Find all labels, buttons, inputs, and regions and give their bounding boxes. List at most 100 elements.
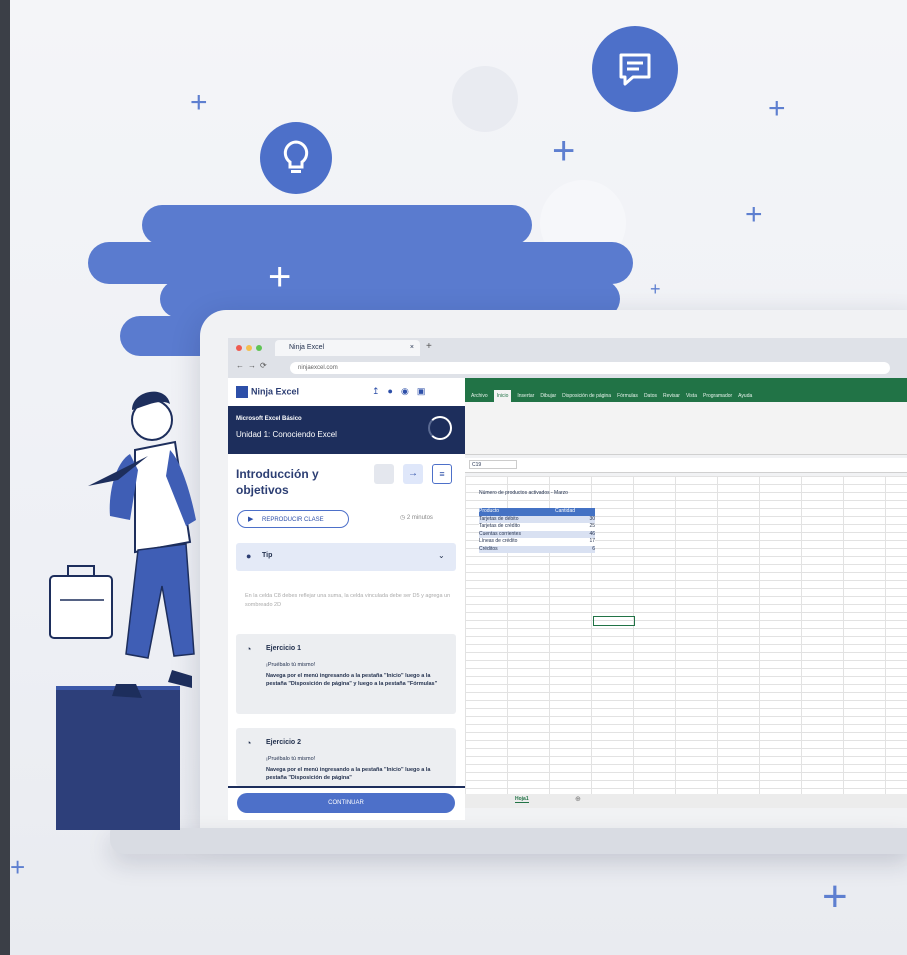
- name-box[interactable]: C19: [469, 460, 517, 469]
- exercise-text: Navega por el menú ingresando a la pesta…: [266, 767, 431, 781]
- tip-label: Tip: [262, 552, 273, 559]
- tab-close-icon[interactable]: ×: [410, 340, 420, 356]
- excel-ribbon[interactable]: [465, 402, 907, 455]
- table-cell[interactable]: 30: [555, 516, 595, 524]
- exercise-title: Ejercicio 1: [266, 645, 302, 652]
- table-cell[interactable]: Líneas de crédito: [479, 538, 555, 546]
- table-cell[interactable]: Créditos: [479, 546, 555, 554]
- tab-title: Ninja Excel: [289, 344, 325, 351]
- tip-accordion[interactable]: ● Tip ⌄: [236, 543, 456, 571]
- plus-decoration-icon: +: [268, 255, 292, 299]
- lesson-title: Introducción y objetivos: [236, 467, 319, 497]
- laptop-base: [110, 828, 907, 854]
- course-header: Microsoft Excel Básico Unidad 1: Conocie…: [228, 406, 465, 454]
- duration: ◷ 2 minutos: [400, 514, 433, 521]
- ribbon-tab[interactable]: Vista: [686, 390, 697, 402]
- table-cell[interactable]: Tarjetas de débito: [479, 516, 555, 524]
- ribbon-tab[interactable]: Archivo: [471, 390, 488, 402]
- table-row: Cuentas corrientes 46: [479, 530, 595, 539]
- divider: [228, 786, 465, 788]
- plus-decoration-icon: +: [822, 872, 848, 921]
- ribbon-tab[interactable]: Inicio: [493, 390, 512, 402]
- plus-decoration-icon: +: [552, 129, 576, 173]
- ninja-logo[interactable]: Ninja Excel: [236, 386, 299, 398]
- exercise-icon: ◔: [246, 644, 252, 654]
- plus-decoration-icon: +: [768, 92, 786, 125]
- excel-titlebar: [465, 378, 907, 390]
- header-cell[interactable]: Cantidad: [555, 508, 595, 516]
- pedestal: [56, 690, 180, 830]
- table-cell[interactable]: Cuentas corrientes: [479, 531, 555, 539]
- ribbon-tab[interactable]: Dibujar: [540, 390, 556, 402]
- exercise-card: ◔ Ejercicio 2 ¡Pruébalo tú mismo! Navega…: [236, 728, 456, 786]
- excel-ribbon-tabs: Archivo Inicio Insertar Dibujar Disposic…: [465, 390, 907, 402]
- table-cell[interactable]: 46: [555, 531, 595, 539]
- window-maximize-button[interactable]: [256, 345, 262, 351]
- continue-button[interactable]: CONTINUAR: [237, 793, 455, 813]
- left-edge: [0, 0, 10, 955]
- ribbon-tab[interactable]: Insertar: [517, 390, 534, 402]
- businessman-illustration: [49, 391, 196, 698]
- play-icon: ▶: [248, 516, 254, 523]
- table-cell[interactable]: 25: [555, 523, 595, 531]
- exercise-card: ◔ Ejercicio 1 ¡Pruébalo tú mismo! Navega…: [236, 634, 456, 714]
- exercise-text: Navega por el menú ingresando a la pesta…: [266, 673, 438, 687]
- ribbon-tab[interactable]: Programador: [703, 390, 732, 402]
- browser-tab[interactable]: Ninja Excel ×: [275, 340, 420, 356]
- nav-arrows-icon[interactable]: ←→⟳: [236, 361, 271, 370]
- logo-text: Ninja Excel: [251, 386, 300, 397]
- top-nav-icons[interactable]: ↥●◉▣: [372, 386, 433, 397]
- plus-decoration-icon: +: [650, 279, 661, 299]
- ribbon-tab[interactable]: Fórmulas: [617, 390, 638, 402]
- sheet-title-cell[interactable]: Número de productos activados - Marzo: [479, 490, 568, 498]
- window-minimize-button[interactable]: [246, 345, 252, 351]
- table-header-row: Producto Cantidad: [479, 508, 595, 516]
- play-label: REPRODUCIR CLASE: [262, 517, 324, 523]
- header-cell[interactable]: Producto: [479, 508, 555, 516]
- chat-message-icon: [592, 26, 678, 112]
- ribbon-tab[interactable]: Datos: [644, 390, 657, 402]
- table-cell[interactable]: 6: [555, 546, 595, 554]
- plus-decoration-icon: +: [745, 198, 763, 231]
- data-table: Producto Cantidad Tarjetas de débito 30 T…: [479, 508, 595, 553]
- table-cell[interactable]: Tarjetas de crédito: [479, 523, 555, 531]
- formula-bar[interactable]: C19: [465, 458, 907, 473]
- play-class-button[interactable]: ▶ REPRODUCIR CLASE: [237, 510, 349, 528]
- lightbulb-icon: [260, 122, 332, 194]
- exercise-subtitle: ¡Pruébalo tú mismo!: [266, 662, 316, 668]
- sheet-tab-bar: Hoja1 ⊕: [465, 794, 907, 808]
- ribbon-tab[interactable]: Disposición de página: [562, 390, 611, 402]
- chevron-down-icon: ⌄: [438, 551, 445, 560]
- exercise-title: Ejercicio 2: [266, 739, 302, 746]
- address-bar[interactable]: ninjaexcel.com: [290, 362, 890, 374]
- cloud-shape: [142, 205, 532, 245]
- tip-text: En la celda C8 debes reflejar una suma, …: [245, 593, 451, 608]
- table-row: Líneas de crédito 17: [479, 538, 595, 546]
- add-sheet-icon[interactable]: ⊕: [575, 795, 581, 803]
- next-arrow-icon[interactable]: →: [403, 464, 423, 484]
- plus-decoration-icon: +: [10, 852, 26, 882]
- ribbon-tab[interactable]: Revisar: [663, 390, 680, 402]
- ninja-logo-icon: [236, 386, 248, 398]
- plus-decoration-icon: +: [190, 86, 208, 119]
- window-close-button[interactable]: [236, 345, 242, 351]
- progress-ring: [428, 416, 452, 440]
- exercise-icon: ◔: [246, 738, 252, 748]
- ribbon-tab[interactable]: Ayuda: [738, 390, 752, 402]
- selected-cell[interactable]: [593, 616, 635, 626]
- lightbulb-small-icon: ●: [246, 551, 252, 561]
- course-name: Microsoft Excel Básico: [236, 416, 302, 422]
- duration-text: 2 minutos: [406, 515, 433, 521]
- table-row: Créditos 6: [479, 545, 595, 554]
- table-cell[interactable]: 17: [555, 538, 595, 546]
- cloud-shape: [88, 242, 633, 284]
- table-row: Tarjetas de crédito 25: [479, 523, 595, 531]
- unit-name: Unidad 1: Conociendo Excel: [236, 430, 337, 439]
- spreadsheet-grid[interactable]: Número de productos activados - Marzo Pr…: [465, 476, 907, 794]
- new-tab-button[interactable]: +: [426, 341, 432, 352]
- prev-lesson-button[interactable]: [374, 464, 394, 484]
- clock-icon: ◷: [400, 515, 407, 521]
- sheet-tab[interactable]: Hoja1: [515, 796, 529, 803]
- background-circle: [452, 66, 518, 132]
- menu-list-icon[interactable]: ≡: [432, 464, 452, 484]
